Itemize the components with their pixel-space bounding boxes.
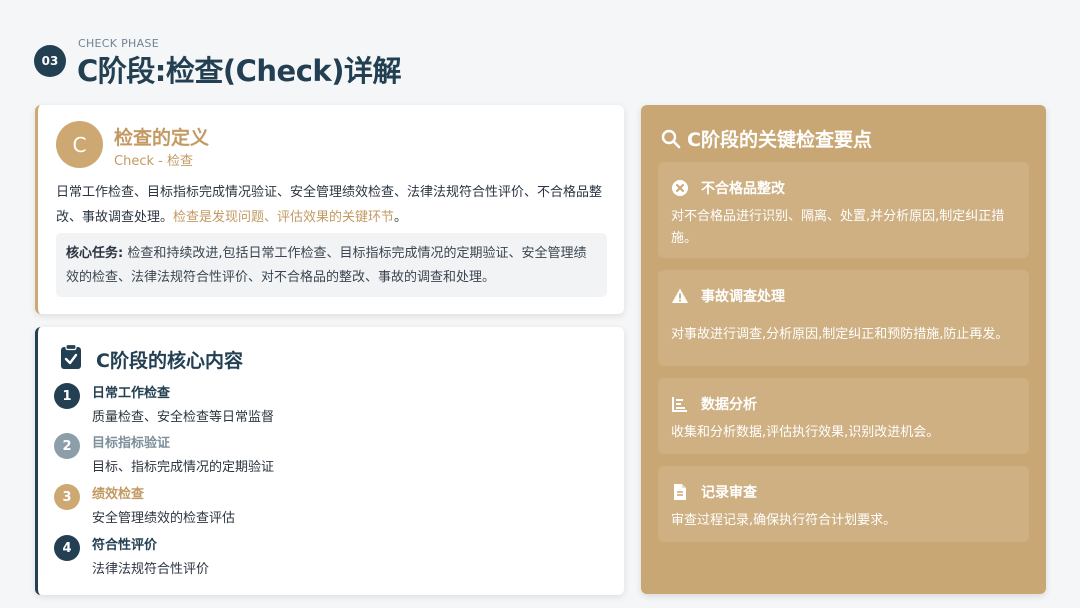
warning-icon	[672, 288, 688, 303]
key-point-card: 数据分析 收集和分析数据,评估执行效果,识别改进机会。	[658, 378, 1029, 454]
key-point-card: 事故调查处理 对事故进行调查,分析原因,制定纠正和预防措施,防止再发。	[658, 270, 1029, 366]
core-content-title: C阶段的核心内容	[96, 350, 243, 372]
definition-subtitle: Check - 检查	[114, 154, 193, 169]
page-title: C阶段:检查(Check)详解	[77, 54, 401, 88]
key-points-panel: C阶段的关键检查要点 不合格品整改 对不合格品进行识别、隔离、处置,并分析原因,…	[641, 105, 1046, 594]
core-item-name: 符合性评价	[92, 538, 158, 553]
close-circle-icon	[672, 180, 688, 196]
key-point-name: 数据分析	[701, 397, 757, 413]
key-point-header: 事故调查处理	[671, 286, 785, 306]
key-point-header: 数据分析	[671, 394, 757, 414]
core-task-box: 核心任务: 检查和持续改进,包括日常工作检查、目标指标完成情况的定期验证、安全管…	[56, 233, 607, 297]
core-item-desc: 法律法规符合性评价	[92, 562, 210, 577]
definition-letter-badge: C	[56, 121, 103, 168]
key-point-name: 记录审查	[701, 485, 757, 501]
clipboard-check-icon	[61, 344, 81, 369]
key-points-heading: C阶段的关键检查要点	[661, 125, 872, 152]
definition-highlight: 检查是发现问题、评估效果的关键环节	[173, 210, 395, 225]
core-item-number: 1	[54, 383, 80, 409]
key-point-card: 不合格品整改 对不合格品进行识别、隔离、处置,并分析原因,制定纠正措施。	[658, 162, 1029, 258]
key-point-desc: 审查过程记录,确保执行符合计划要求。	[671, 513, 897, 528]
core-item-number: 2	[54, 433, 80, 459]
document-icon	[674, 484, 686, 500]
key-point-desc: 对不合格品进行识别、隔离、处置,并分析原因,制定纠正措施。	[671, 209, 1005, 246]
definition-title: 检查的定义	[114, 127, 210, 149]
key-points-title: C阶段的关键检查要点	[687, 129, 872, 151]
search-icon	[661, 129, 681, 148]
core-item-desc: 目标、指标完成情况的定期验证	[92, 460, 275, 475]
key-point-header: 不合格品整改	[671, 178, 785, 198]
core-item-name: 日常工作检查	[92, 386, 171, 401]
definition-highlight-end: 。	[394, 210, 408, 225]
core-item-desc: 质量检查、安全检查等日常监督	[92, 410, 275, 425]
core-task-label: 核心任务:	[66, 246, 124, 261]
core-item-name: 目标指标验证	[92, 436, 171, 451]
key-point-header: 记录审查	[671, 482, 757, 502]
core-item-name: 绩效检查	[92, 487, 145, 502]
definition-body: 日常工作检查、目标指标完成情况验证、安全管理绩效检查、法律法规符合性评价、不合格…	[56, 180, 612, 230]
key-point-name: 不合格品整改	[701, 181, 785, 197]
core-task-text: 检查和持续改进,包括日常工作检查、目标指标完成情况的定期验证、安全管理绩效的检查…	[66, 246, 587, 285]
key-point-desc: 对事故进行调查,分析原因,制定纠正和预防措施,防止再发。	[671, 327, 1009, 342]
section-number-badge: 03	[34, 45, 66, 77]
key-point-card: 记录审查 审查过程记录,确保执行符合计划要求。	[658, 466, 1029, 542]
core-item-number: 3	[54, 484, 80, 510]
chart-icon	[672, 397, 687, 412]
core-content-card: C阶段的核心内容 1 日常工作检查 质量检查、安全检查等日常监督 2 目标指标验…	[35, 327, 624, 595]
key-point-name: 事故调查处理	[701, 289, 785, 305]
key-point-desc: 收集和分析数据,评估执行效果,识别改进机会。	[671, 425, 940, 440]
core-item-desc: 安全管理绩效的检查评估	[92, 511, 236, 526]
core-item-number: 4	[54, 535, 80, 561]
definition-card: C 检查的定义 Check - 检查 日常工作检查、目标指标完成情况验证、安全管…	[35, 105, 624, 314]
